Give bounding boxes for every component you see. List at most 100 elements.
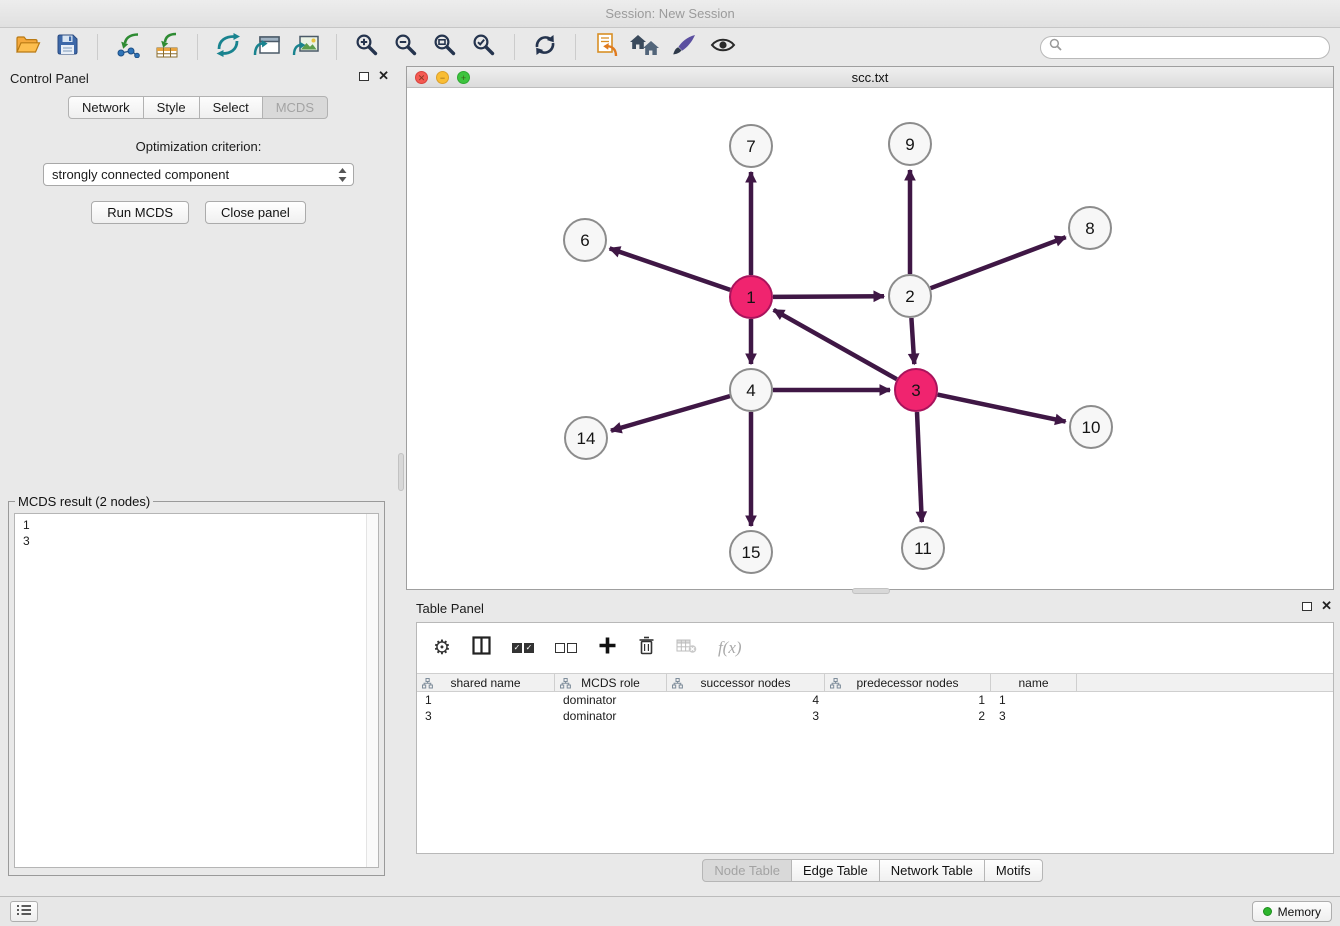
memory-button[interactable]: Memory bbox=[1252, 901, 1332, 922]
window-close-icon[interactable]: ✕ bbox=[415, 71, 428, 84]
trash-icon bbox=[638, 636, 655, 660]
paste-style-button[interactable] bbox=[588, 32, 624, 62]
column-header-mcds-role[interactable]: MCDS role bbox=[555, 674, 667, 691]
open-folder-icon bbox=[15, 34, 41, 61]
show-graphics-button[interactable] bbox=[705, 32, 741, 62]
checked-boxes-icon: ✓✓ bbox=[512, 643, 534, 653]
cell-name: 3 bbox=[991, 708, 1077, 724]
app-titlebar: Session: New Session bbox=[0, 0, 1340, 28]
sort-icon bbox=[830, 678, 841, 692]
zoom-fit-button[interactable] bbox=[427, 32, 463, 62]
mcds-result-title: MCDS result (2 nodes) bbox=[15, 494, 153, 509]
graph-edge-3-11[interactable] bbox=[917, 412, 922, 522]
tab-network-table[interactable]: Network Table bbox=[879, 859, 985, 882]
tab-node-table[interactable]: Node Table bbox=[702, 859, 792, 882]
graph-node-label-7: 7 bbox=[746, 137, 755, 156]
float-panel-icon[interactable] bbox=[1302, 602, 1312, 611]
result-scrollbar[interactable] bbox=[366, 514, 378, 867]
close-panel-icon[interactable]: ✕ bbox=[1321, 600, 1332, 612]
network-window-titlebar: ✕ − + scc.txt bbox=[407, 67, 1333, 88]
zoom-selected-button[interactable] bbox=[466, 32, 502, 62]
delete-table-icon bbox=[676, 638, 697, 659]
window-minimize-icon[interactable]: − bbox=[436, 71, 449, 84]
graph-node-label-10: 10 bbox=[1082, 418, 1101, 437]
toolbar-separator bbox=[514, 34, 515, 60]
toolbar-separator bbox=[97, 34, 98, 60]
column-header-successor-nodes[interactable]: successor nodes bbox=[667, 674, 825, 691]
delete-column-button[interactable] bbox=[638, 636, 655, 660]
cell-mcds-role: dominator bbox=[555, 708, 667, 724]
select-stepper-icon bbox=[337, 167, 348, 186]
control-panel: Control Panel ✕ Network Style Select MCD… bbox=[0, 66, 397, 888]
column-label: name bbox=[1018, 676, 1048, 690]
graph-node-label-4: 4 bbox=[746, 381, 755, 400]
control-panel-header: Control Panel ✕ bbox=[0, 66, 397, 90]
save-icon bbox=[56, 33, 79, 61]
column-header-shared-name[interactable]: shared name bbox=[417, 674, 555, 691]
column-label: predecessor nodes bbox=[856, 676, 958, 690]
tab-select[interactable]: Select bbox=[199, 96, 263, 119]
graph-edge-1-2[interactable] bbox=[773, 296, 884, 297]
import-table-button[interactable] bbox=[149, 32, 185, 62]
window-view-button[interactable] bbox=[249, 32, 285, 62]
close-panel-button[interactable]: Close panel bbox=[205, 201, 306, 224]
window-maximize-icon[interactable]: + bbox=[457, 71, 470, 84]
zoom-in-button[interactable] bbox=[349, 32, 385, 62]
cell-mcds-role: dominator bbox=[555, 692, 667, 708]
graph-edge-2-8[interactable] bbox=[931, 237, 1066, 288]
export-image-button[interactable] bbox=[288, 32, 324, 62]
brush-button[interactable] bbox=[666, 32, 702, 62]
control-panel-title: Control Panel bbox=[10, 71, 89, 86]
sort-icon bbox=[560, 678, 571, 692]
gear-icon: ⚙ bbox=[433, 638, 451, 658]
select-all-button[interactable]: ✓✓ bbox=[512, 643, 534, 653]
table-row[interactable]: 3 dominator 3 2 3 bbox=[417, 708, 1333, 724]
deselect-all-button[interactable] bbox=[555, 643, 577, 653]
vertical-splitter-handle[interactable] bbox=[398, 453, 404, 491]
network-graph[interactable]: 7968124314101511 bbox=[407, 88, 1333, 589]
graph-edge-1-6[interactable] bbox=[610, 248, 731, 290]
network-share-button[interactable] bbox=[210, 32, 246, 62]
tab-network[interactable]: Network bbox=[68, 96, 144, 119]
run-mcds-button[interactable]: Run MCDS bbox=[91, 201, 189, 224]
zoom-out-icon bbox=[394, 33, 418, 62]
zoom-out-button[interactable] bbox=[388, 32, 424, 62]
graph-edge-2-3[interactable] bbox=[911, 318, 914, 364]
search-box[interactable] bbox=[1040, 36, 1330, 59]
show-columns-button[interactable] bbox=[472, 636, 491, 660]
refresh-button[interactable] bbox=[527, 32, 563, 62]
table-row[interactable]: 1 dominator 4 1 1 bbox=[417, 692, 1333, 708]
network-share-icon bbox=[215, 32, 241, 63]
tab-motifs[interactable]: Motifs bbox=[984, 859, 1043, 882]
columns-icon bbox=[472, 636, 491, 660]
import-network-icon bbox=[114, 32, 142, 63]
tab-edge-table[interactable]: Edge Table bbox=[791, 859, 880, 882]
column-header-name[interactable]: name bbox=[991, 674, 1077, 691]
tab-mcds[interactable]: MCDS bbox=[262, 96, 328, 119]
criterion-select-value: strongly connected component bbox=[52, 167, 229, 182]
horizontal-splitter-handle[interactable] bbox=[852, 588, 890, 594]
graph-edge-4-14[interactable] bbox=[611, 396, 730, 431]
cell-shared-name: 1 bbox=[417, 692, 555, 708]
save-session-button[interactable] bbox=[49, 32, 85, 62]
import-network-button[interactable] bbox=[110, 32, 146, 62]
home-button[interactable] bbox=[627, 32, 663, 62]
search-input[interactable] bbox=[1067, 40, 1321, 55]
graph-edge-3-10[interactable] bbox=[938, 395, 1066, 422]
graph-edge-3-1[interactable] bbox=[774, 310, 897, 379]
close-panel-icon[interactable]: ✕ bbox=[378, 70, 389, 82]
open-session-button[interactable] bbox=[10, 32, 46, 62]
tab-style[interactable]: Style bbox=[143, 96, 200, 119]
table-settings-button[interactable]: ⚙ bbox=[433, 638, 451, 658]
toolbar-separator bbox=[336, 34, 337, 60]
table-tabs: Node Table Edge Table Network Table Moti… bbox=[406, 859, 1340, 882]
float-panel-icon[interactable] bbox=[359, 72, 369, 81]
list-icon bbox=[16, 903, 32, 921]
column-header-predecessor-nodes[interactable]: predecessor nodes bbox=[825, 674, 991, 691]
column-label: successor nodes bbox=[700, 676, 790, 690]
status-list-button[interactable] bbox=[10, 901, 38, 922]
criterion-select[interactable]: strongly connected component bbox=[43, 163, 354, 186]
add-column-button[interactable] bbox=[598, 636, 617, 660]
optimization-criterion-label: Optimization criterion: bbox=[0, 139, 397, 154]
cell-predecessor-nodes: 2 bbox=[825, 708, 991, 724]
